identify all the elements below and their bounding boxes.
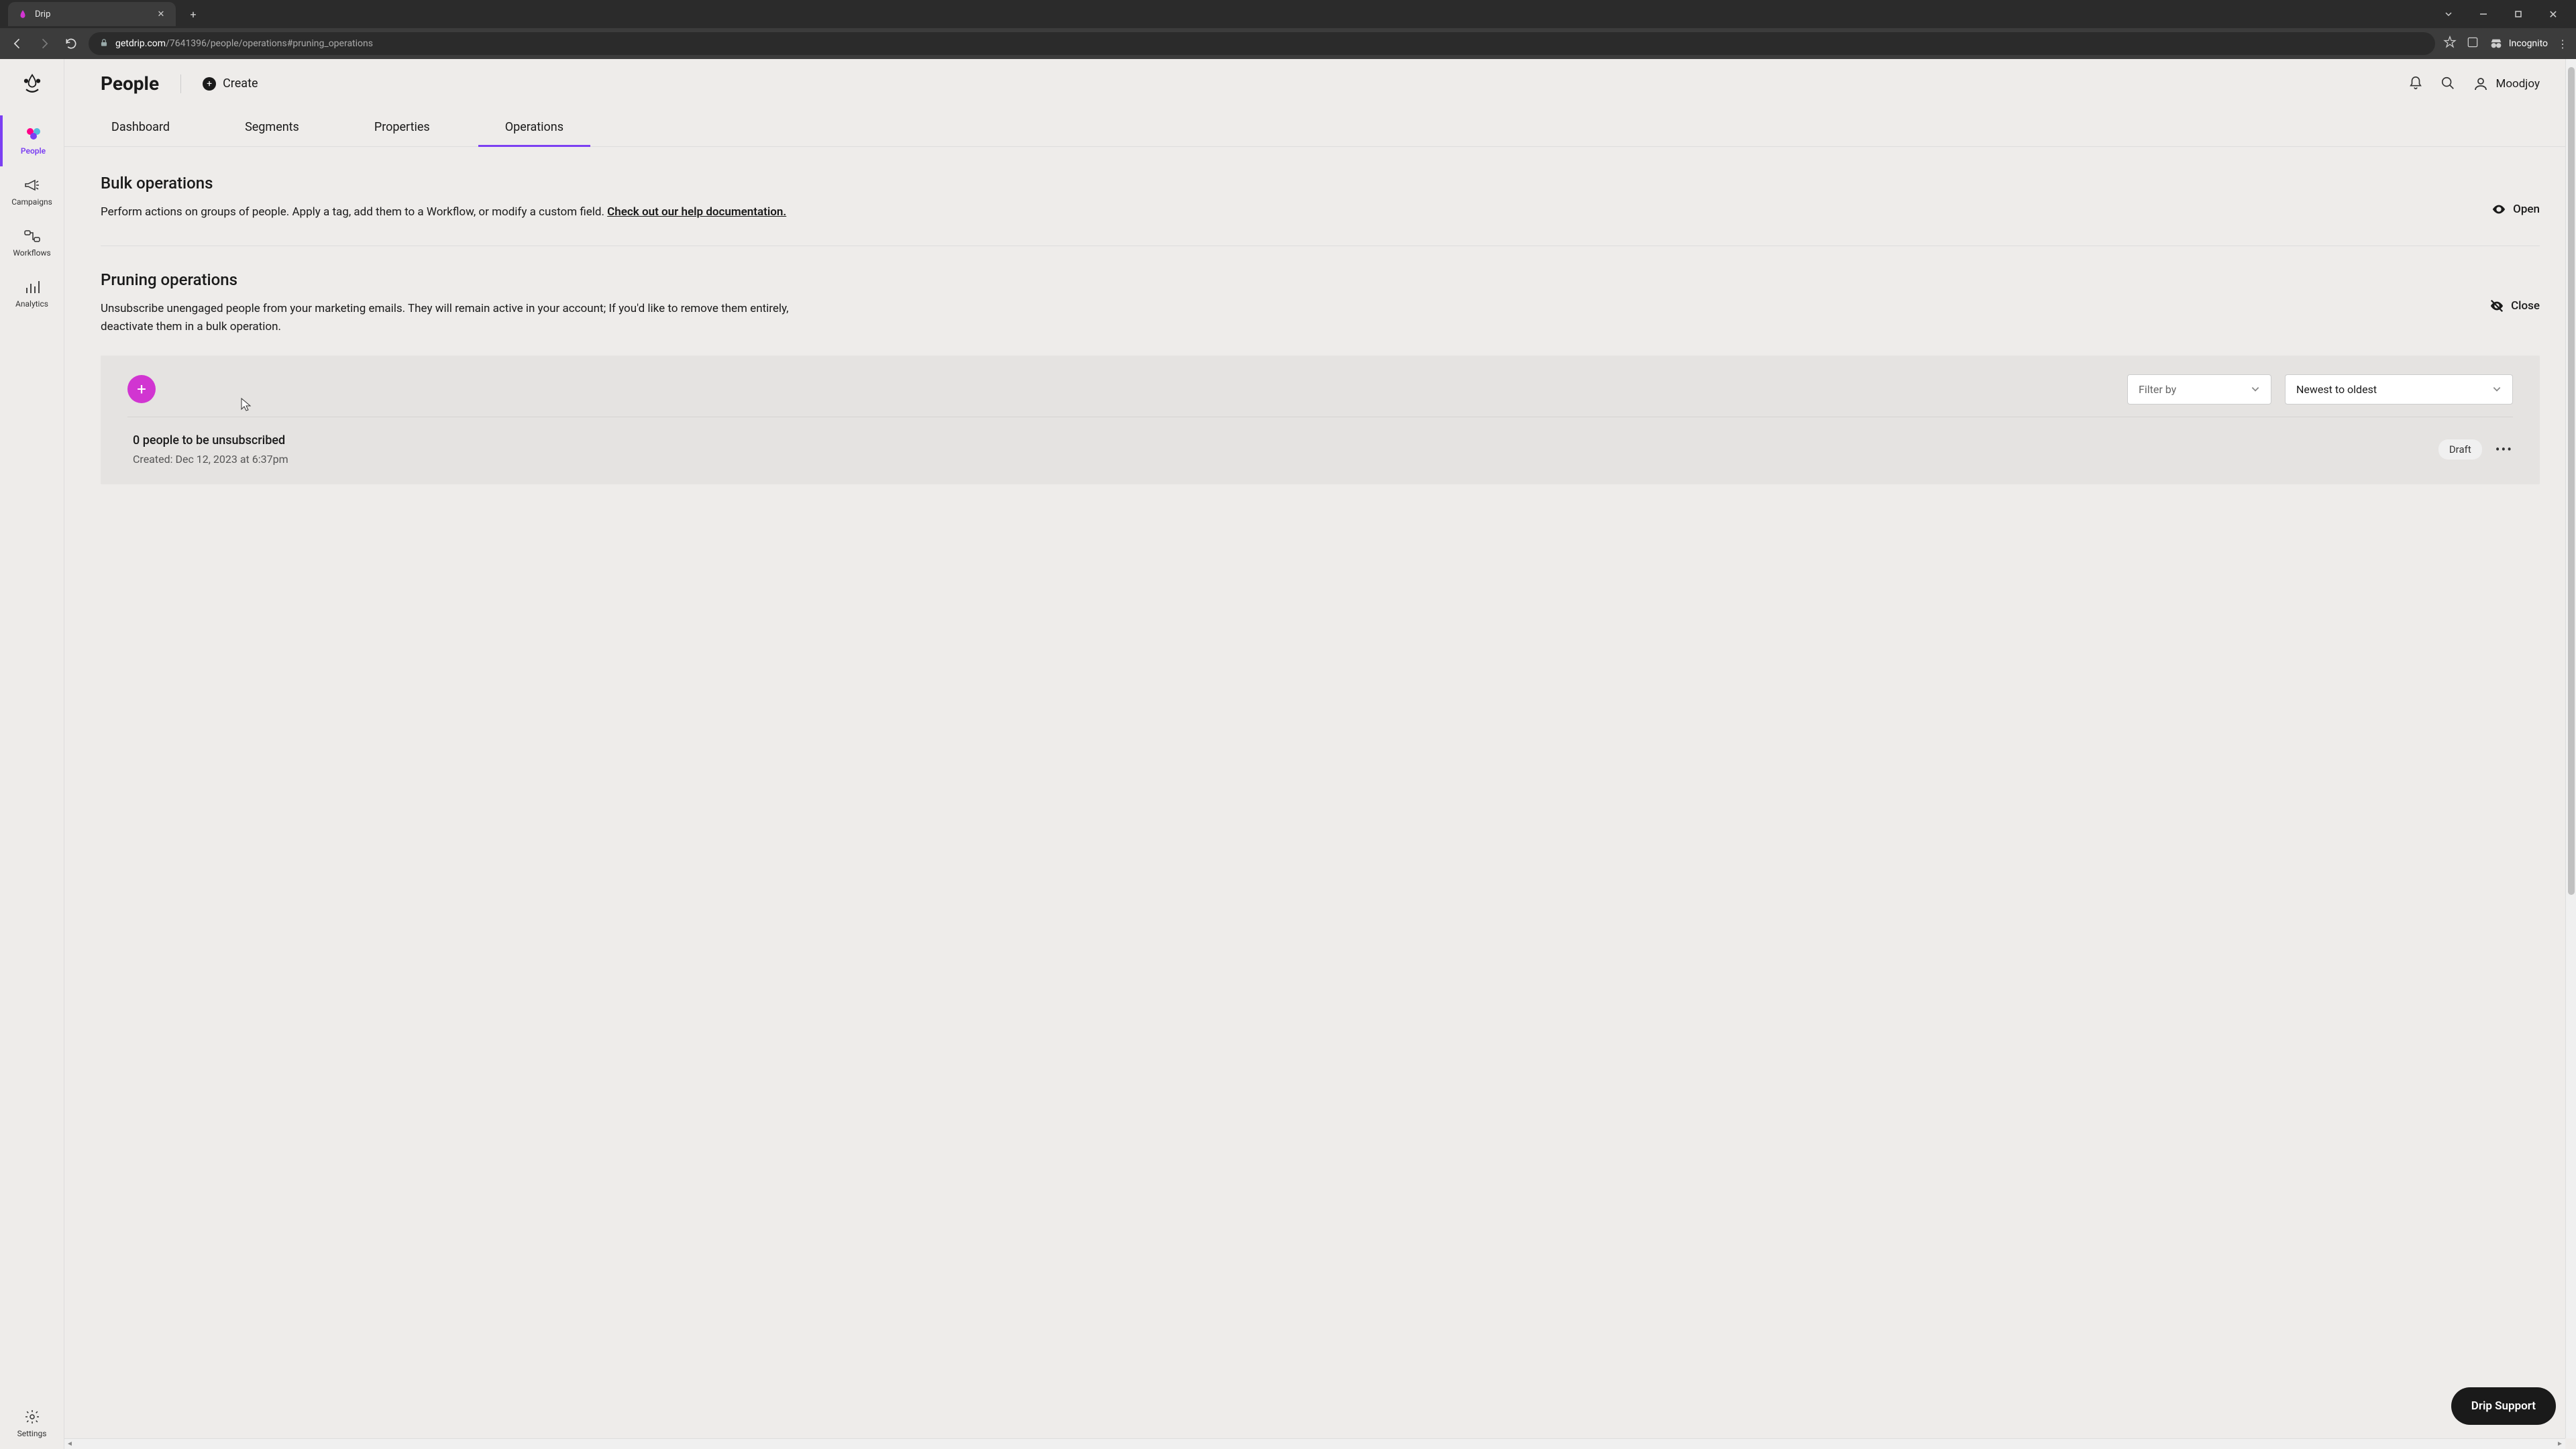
bell-icon[interactable] [2408,76,2424,92]
horizontal-scrollbar[interactable]: ◄ ► [64,1438,2565,1449]
forward-button[interactable] [35,34,54,53]
browser-tab[interactable]: Drip ✕ [8,2,176,26]
close-button[interactable]: Close [2489,299,2540,313]
chevron-down-icon [2492,384,2502,394]
lock-icon [99,38,109,50]
create-button[interactable]: + Create [203,76,258,91]
tabs: Dashboard Segments Properties Operations [64,108,2576,147]
section-title: Pruning operations [101,270,2463,289]
more-icon[interactable]: ••• [2496,441,2513,458]
tab-dropdown-icon[interactable] [2434,3,2463,25]
user-menu[interactable]: Moodjoy [2473,76,2540,92]
url-bar[interactable]: getdrip.com/7641396/people/operations#pr… [89,32,2435,55]
scroll-left-icon[interactable]: ◄ [64,1439,75,1449]
browser-chrome: Drip ✕ + ✕ [0,0,2576,59]
tab-operations[interactable]: Operations [494,108,574,146]
open-button[interactable]: Open [2491,202,2540,217]
chevron-down-icon [2251,384,2260,394]
drip-favicon-icon [17,9,28,19]
megaphone-icon [21,177,43,193]
operation-meta: Created: Dec 12, 2023 at 6:37pm [133,453,2438,466]
eye-icon [2491,202,2506,217]
section-description: Unsubscribe unengaged people from your m… [101,300,812,336]
incognito-icon [2489,36,2504,51]
tab-segments[interactable]: Segments [234,108,310,146]
sort-select[interactable]: Newest to oldest [2285,374,2513,405]
header: People + Create Moodjoy [64,59,2576,108]
maximize-icon[interactable] [2504,3,2533,25]
search-icon[interactable] [2440,76,2457,92]
help-link[interactable]: Check out our help documentation. [607,205,786,219]
reload-button[interactable] [62,34,80,53]
minimize-icon[interactable] [2469,3,2498,25]
plus-circle-icon: + [203,77,216,91]
tab-dashboard[interactable]: Dashboard [101,108,180,146]
tab-title: Drip [35,9,149,19]
close-icon[interactable]: ✕ [156,9,166,19]
extensions-icon[interactable] [2466,36,2479,52]
bulk-operations-section: Bulk operations Perform actions on group… [101,174,2540,246]
section-title: Bulk operations [101,174,2465,193]
filter-select[interactable]: Filter by [2127,374,2271,405]
analytics-icon [21,279,43,295]
add-button[interactable]: + [127,375,156,403]
gear-icon [21,1409,43,1425]
window-close-icon[interactable]: ✕ [2538,3,2568,25]
page-title: People [101,72,159,95]
menu-icon[interactable]: ⋮ [2557,38,2568,50]
drip-logo-icon[interactable] [17,70,47,99]
status-badge: Draft [2438,439,2482,460]
sidebar-item-campaigns[interactable]: Campaigns [0,166,64,217]
sidebar-item-workflows[interactable]: Workflows [0,217,64,268]
url-text: getdrip.com/7641396/people/operations#pr… [115,38,373,49]
address-bar: getdrip.com/7641396/people/operations#pr… [0,28,2576,59]
back-button[interactable] [8,34,27,53]
new-tab-button[interactable]: + [184,5,203,23]
people-icon [23,126,44,142]
operation-title: 0 people to be unsubscribed [133,433,2438,447]
tab-properties[interactable]: Properties [364,108,441,146]
incognito-badge[interactable]: Incognito [2489,36,2548,51]
sidebar-item-settings[interactable]: Settings [0,1398,64,1449]
bookmark-icon[interactable] [2443,36,2457,52]
sidebar-item-people[interactable]: People [0,115,64,166]
workflow-icon [21,228,43,244]
user-icon [2473,76,2489,92]
vertical-scrollbar[interactable] [2565,59,2576,1438]
section-description: Perform actions on groups of people. App… [101,203,812,221]
scroll-right-icon[interactable]: ► [2555,1439,2565,1449]
support-button[interactable]: Drip Support [2451,1387,2556,1425]
pruning-operations-section: Pruning operations Unsubscribe unengaged… [101,270,2540,484]
eye-off-icon [2489,299,2504,313]
operation-row[interactable]: 0 people to be unsubscribed Created: Dec… [127,417,2513,466]
sidebar: People Campaigns Workflows Analytics Se [0,59,64,1449]
pruning-panel: + Filter by Newest to oldest [101,356,2540,484]
tab-bar: Drip ✕ + ✕ [0,0,2576,28]
sidebar-item-analytics[interactable]: Analytics [0,268,64,319]
